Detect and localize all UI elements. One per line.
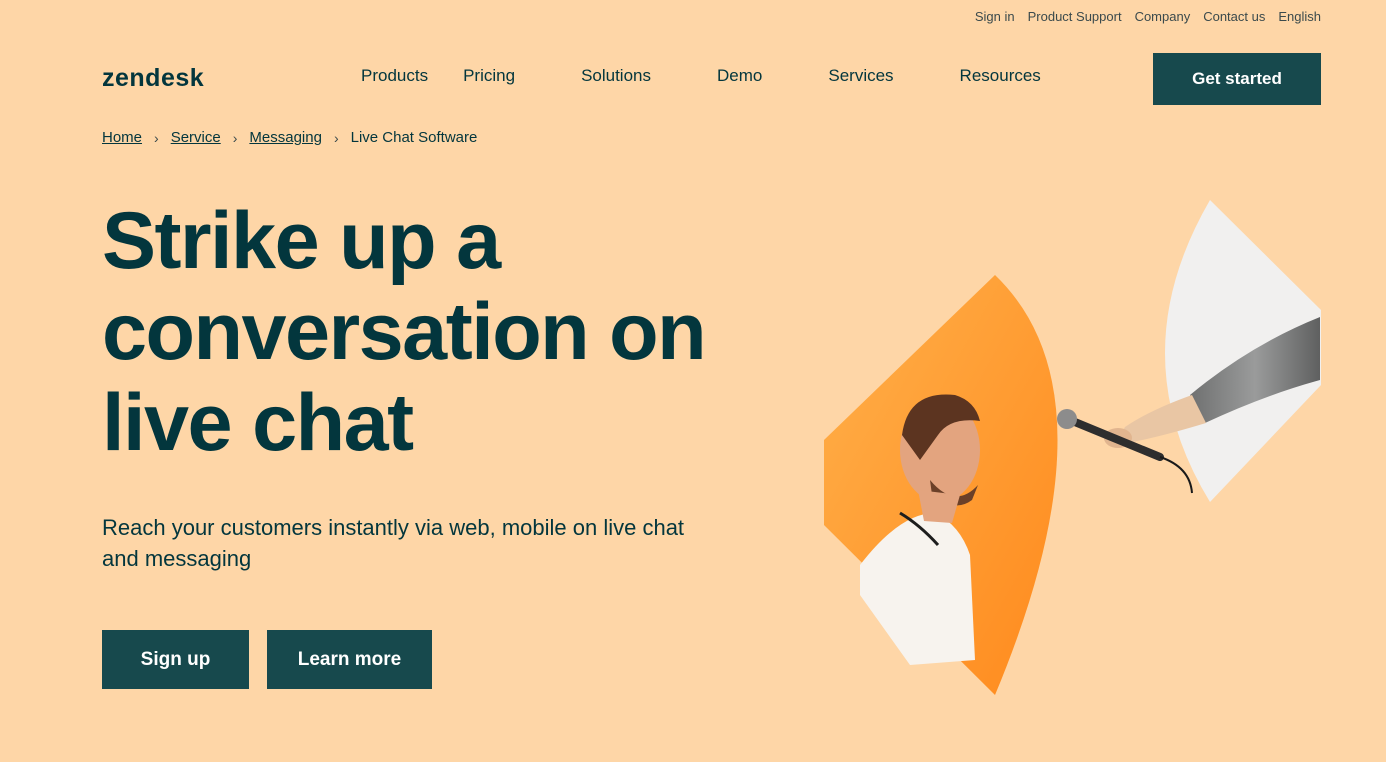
- breadcrumb-current: Live Chat Software: [350, 129, 478, 146]
- sign-in-link[interactable]: Sign in: [975, 9, 1015, 24]
- zendesk-logo[interactable]: zendesk: [102, 64, 204, 93]
- get-started-button[interactable]: Get started: [1153, 53, 1321, 105]
- title-line-2: conversation on: [102, 287, 707, 377]
- hero-subtitle: Reach your customers instantly via web, …: [102, 515, 685, 571]
- nav-pricing[interactable]: Pricing: [463, 66, 515, 86]
- breadcrumb: Home › Service › Messaging › Live Chat S…: [102, 129, 477, 146]
- title-line-3: live chat: [102, 378, 414, 468]
- utility-nav: Sign in Product Support Company Contact …: [975, 9, 1321, 24]
- chevron-right-icon: ›: [232, 129, 238, 146]
- main-nav: Products Pricing Solutions Demo Services…: [361, 66, 1041, 86]
- company-link[interactable]: Company: [1135, 9, 1191, 24]
- title-line-1: Strike up a: [102, 196, 501, 286]
- chevron-right-icon: ›: [154, 129, 159, 146]
- learn-more-button[interactable]: Learn more: [267, 630, 432, 689]
- hero-illustration: [824, 200, 1321, 695]
- nav-services[interactable]: Services: [828, 66, 893, 86]
- chevron-right-icon: ›: [333, 129, 339, 146]
- nav-solutions[interactable]: Solutions: [581, 66, 651, 86]
- nav-demo[interactable]: Demo: [717, 66, 762, 86]
- product-support-link[interactable]: Product Support: [1028, 9, 1122, 24]
- nav-products[interactable]: Products: [361, 66, 428, 86]
- contact-us-link[interactable]: Contact us: [1203, 9, 1265, 24]
- page-title: Strike up a conversation on live chat: [102, 196, 742, 469]
- breadcrumb-home[interactable]: Home: [102, 129, 142, 146]
- breadcrumb-messaging[interactable]: Messaging: [249, 129, 322, 146]
- breadcrumb-service[interactable]: Service: [171, 129, 221, 146]
- sign-up-button[interactable]: Sign up: [102, 630, 249, 689]
- language-selector[interactable]: English: [1278, 9, 1321, 24]
- nav-resources[interactable]: Resources: [960, 66, 1041, 86]
